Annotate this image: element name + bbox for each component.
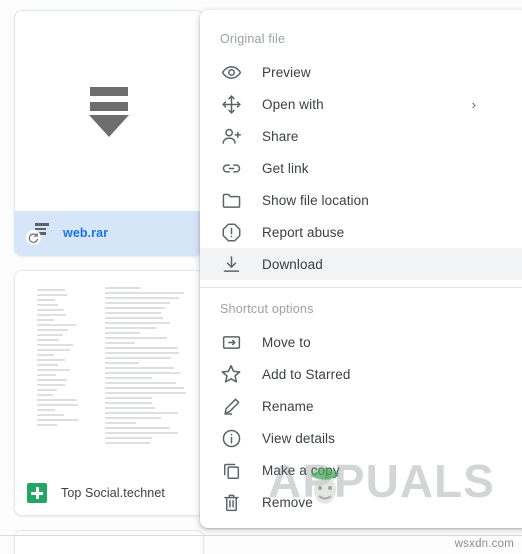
file-name-label: web.rar	[63, 226, 109, 240]
star-icon	[220, 363, 242, 385]
file-thumbnail-archive	[15, 11, 203, 211]
menu-item-share[interactable]: Share	[200, 120, 522, 152]
menu-item-make-a-copy[interactable]: Make a copy	[200, 454, 522, 486]
file-card-top-social[interactable]: Top Social.technet	[14, 270, 204, 516]
download-icon	[220, 253, 242, 275]
move-to-icon	[220, 331, 242, 353]
link-icon	[220, 157, 242, 179]
report-abuse-icon	[220, 221, 242, 243]
menu-item-label: Show file location	[262, 192, 369, 208]
menu-item-rename[interactable]: Rename	[200, 390, 522, 422]
menu-item-report-abuse[interactable]: Report abuse	[200, 216, 522, 248]
google-sheets-icon	[27, 483, 47, 503]
menu-item-move-to[interactable]: Move to	[200, 326, 522, 358]
menu-item-label: Share	[262, 128, 299, 144]
file-thumbnail-spreadsheet	[15, 271, 203, 471]
menu-item-label: Add to Starred	[262, 366, 351, 382]
context-menu[interactable]: Original file Preview Open with › Share Get l…	[200, 10, 522, 528]
file-card-web-rar[interactable]: web.rar	[14, 10, 204, 256]
file-card-footer[interactable]: Top Social.technet	[15, 471, 203, 515]
archive-glyph-icon	[87, 85, 131, 137]
site-watermark: wsxdn.com	[454, 538, 514, 550]
file-grid: web.rar Top Social.technet	[14, 10, 204, 554]
copy-icon	[220, 459, 242, 481]
menu-item-add-to-starred[interactable]: Add to Starred	[200, 358, 522, 390]
menu-item-view-details[interactable]: View details	[200, 422, 522, 454]
menu-item-preview[interactable]: Preview	[200, 56, 522, 88]
drive-file-grid-page: web.rar Top Social.technet Original file…	[0, 0, 522, 554]
menu-item-get-link[interactable]: Get link	[200, 152, 522, 184]
menu-item-remove[interactable]: Remove	[200, 486, 522, 518]
menu-item-label: Get link	[262, 160, 309, 176]
menu-item-label: Make a copy	[262, 462, 340, 478]
menu-item-label: Remove	[262, 494, 313, 510]
eye-icon	[220, 61, 242, 83]
bottom-divider	[0, 535, 522, 536]
menu-item-label: Preview	[262, 64, 311, 80]
open-with-icon	[220, 93, 242, 115]
archive-shortcut-icon	[26, 222, 49, 245]
menu-item-label: Download	[262, 256, 323, 272]
file-card-footer[interactable]: web.rar	[15, 211, 203, 255]
folder-icon	[220, 189, 242, 211]
menu-item-label: Move to	[262, 334, 311, 350]
file-card-partial[interactable]	[14, 530, 204, 554]
person-add-icon	[220, 125, 242, 147]
menu-item-open-with[interactable]: Open with ›	[200, 88, 522, 120]
menu-item-show-file-location[interactable]: Show file location	[200, 184, 522, 216]
info-icon	[220, 427, 242, 449]
menu-item-label: Rename	[262, 398, 314, 414]
trash-icon	[220, 491, 242, 513]
menu-section-label: Shortcut options	[220, 302, 314, 316]
menu-item-label: View details	[262, 430, 335, 446]
menu-item-download[interactable]: Download	[200, 248, 522, 280]
menu-item-label: Report abuse	[262, 224, 345, 240]
menu-item-label: Open with	[262, 96, 324, 112]
spreadsheet-preview-image	[15, 271, 203, 471]
pencil-icon	[220, 395, 242, 417]
chevron-right-icon: ›	[471, 96, 476, 112]
file-name-label: Top Social.technet	[61, 486, 165, 500]
menu-section-label: Original file	[220, 32, 286, 46]
